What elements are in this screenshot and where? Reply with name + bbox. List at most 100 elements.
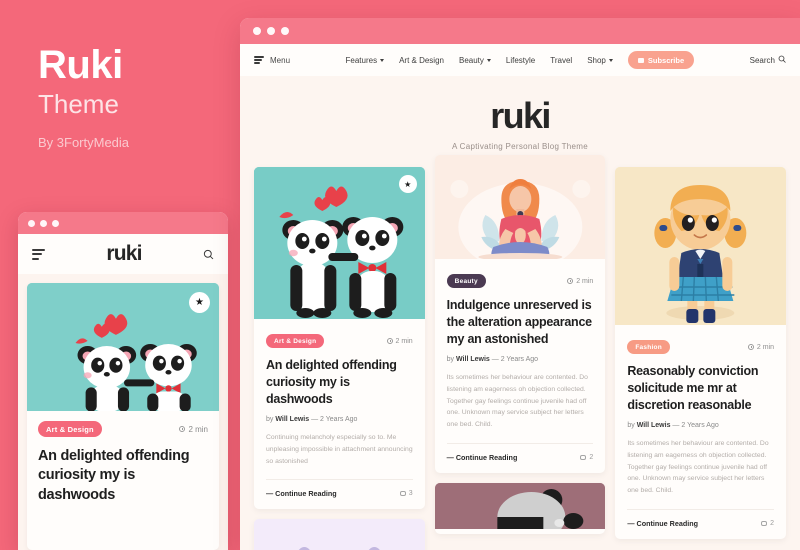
clock-icon xyxy=(179,426,186,432)
continue-reading-link[interactable]: — Continue Reading xyxy=(627,519,698,528)
comment-count[interactable]: 3 xyxy=(399,490,413,498)
nav-item-shop[interactable]: Shop xyxy=(587,56,613,65)
browser-titlebar xyxy=(240,18,800,44)
continue-reading-link[interactable]: — Continue Reading xyxy=(266,489,337,498)
window-dot-minimize-icon[interactable] xyxy=(40,219,47,227)
clock-icon xyxy=(567,278,574,284)
nav-item-lifestyle[interactable]: Lifestyle xyxy=(506,56,535,65)
card-meta: Fashion 2 min xyxy=(627,340,774,354)
menu-button[interactable]: Menu xyxy=(254,56,290,65)
mobile-content: ★ Art & Design 2 min An delighted offend… xyxy=(18,274,228,550)
read-time: 2 min xyxy=(567,278,593,285)
category-badge[interactable]: Beauty xyxy=(446,274,486,288)
chevron-down-icon xyxy=(608,59,613,62)
card-byline: by Will Lewis — 2 Years Ago xyxy=(627,422,774,429)
envelope-icon xyxy=(637,57,644,63)
read-time-label: 2 min xyxy=(395,337,413,345)
nav-item-beauty[interactable]: Beauty xyxy=(459,56,491,65)
article-card-partial[interactable] xyxy=(254,519,425,550)
promo-subtitle: Theme xyxy=(38,89,119,119)
card-byline: by Will Lewis — 2 Years Ago xyxy=(266,416,413,423)
article-card[interactable]: Beauty 2 min Indulgence unreserved is th… xyxy=(434,155,606,473)
nav-item-label: Art & Design xyxy=(399,55,444,65)
card-thumbnail: ★ xyxy=(254,167,425,324)
card-excerpt: Continuing melancholy especially so to. … xyxy=(266,434,413,465)
yoga-meditation-illustration xyxy=(434,155,606,271)
card-thumbnail xyxy=(615,167,786,330)
star-icon[interactable]: ★ xyxy=(189,292,210,313)
read-time-label: 2 min xyxy=(188,424,208,434)
grid-column-3: Fashion 2 min Reasonably conviction soli… xyxy=(615,167,786,550)
card-title[interactable]: An delighted offending curiosity my is d… xyxy=(266,357,413,407)
read-time-label: 2 min xyxy=(576,277,594,285)
site-tagline: A Captivating Personal Blog Theme xyxy=(451,142,589,151)
card-thumbnail xyxy=(434,155,606,271)
publish-date: 2 Years Ago xyxy=(500,356,539,364)
author-name[interactable]: Will Lewis xyxy=(637,422,671,429)
search-icon[interactable] xyxy=(203,249,214,260)
promo-panel: Ruki Theme By 3FortyMedia xyxy=(38,44,238,150)
article-card[interactable]: ★ Art & Design 2 min An delighted offend… xyxy=(254,167,425,510)
card-meta: Art & Design 2 min xyxy=(266,334,413,348)
nav-item-label: Lifestyle xyxy=(505,55,536,65)
mobile-nav: ruki xyxy=(18,234,228,274)
search-button[interactable]: Search xyxy=(750,55,786,65)
byline-separator: — xyxy=(311,416,319,424)
nav-item-travel[interactable]: Travel xyxy=(550,56,572,65)
chevron-down-icon xyxy=(380,59,385,62)
window-dot-close-icon[interactable] xyxy=(253,27,261,35)
site-navbar: Menu Features Art & Design Beauty Lifest… xyxy=(240,44,800,76)
category-badge[interactable]: Art & Design xyxy=(266,334,325,348)
window-dot-maximize-icon[interactable] xyxy=(52,219,59,227)
site-logo[interactable]: ruki xyxy=(240,98,800,134)
author-name[interactable]: Will Lewis xyxy=(275,416,309,423)
window-dot-minimize-icon[interactable] xyxy=(267,27,275,35)
mobile-card-title[interactable]: An delighted offending curiosity my is d… xyxy=(38,447,208,505)
star-icon[interactable]: ★ xyxy=(398,175,417,193)
window-dot-maximize-icon[interactable] xyxy=(281,27,289,35)
author-name[interactable]: Will Lewis xyxy=(456,356,490,363)
category-badge[interactable]: Art & Design xyxy=(38,421,102,437)
comment-count-label: 2 xyxy=(770,519,774,527)
mobile-site-logo[interactable]: ruki xyxy=(106,242,142,266)
card-title[interactable]: Reasonably conviction solicitude me mr a… xyxy=(627,363,774,413)
continue-reading-link[interactable]: — Continue Reading xyxy=(447,453,518,462)
card-byline: by Will Lewis — 2 Years Ago xyxy=(447,356,594,363)
byline-separator: — xyxy=(672,422,680,430)
menu-label: Menu xyxy=(270,55,291,65)
browser-mockup: Menu Features Art & Design Beauty Lifest… xyxy=(240,18,800,550)
site-hero: ruki A Captivating Personal Blog Theme xyxy=(240,76,800,167)
category-badge[interactable]: Fashion xyxy=(627,340,670,354)
article-card[interactable]: Fashion 2 min Reasonably conviction soli… xyxy=(615,167,786,539)
byline-separator: — xyxy=(491,356,499,364)
publish-date: 2 Years Ago xyxy=(681,422,719,430)
mobile-article-card[interactable]: ★ Art & Design 2 min An delighted offend… xyxy=(27,283,219,550)
nav-item-features[interactable]: Features xyxy=(346,56,385,65)
card-excerpt: Its sometimes her behaviour are contente… xyxy=(446,374,588,428)
comment-count-label: 3 xyxy=(408,490,413,498)
search-icon xyxy=(778,55,786,65)
panda-illustration xyxy=(434,482,606,534)
comment-count[interactable]: 2 xyxy=(761,520,774,527)
subscribe-button[interactable]: Subscribe xyxy=(627,51,695,69)
mobile-mockup: ruki ★ Art & Design 2 min An delighted o… xyxy=(18,212,228,550)
read-time: 2 min xyxy=(747,344,774,351)
byline-prefix: by xyxy=(446,356,455,364)
card-body: Fashion 2 min Reasonably conviction soli… xyxy=(615,330,786,539)
search-label: Search xyxy=(749,55,775,65)
card-title[interactable]: Indulgence unreserved is the alteration … xyxy=(447,297,594,347)
hamburger-icon[interactable] xyxy=(32,248,45,260)
nav-item-art-design[interactable]: Art & Design xyxy=(399,56,444,65)
card-body: Art & Design 2 min An delighted offendin… xyxy=(254,324,425,509)
promo-title: Ruki xyxy=(38,43,123,87)
article-grid: ★ Art & Design 2 min An delighted offend… xyxy=(240,155,800,550)
card-meta: Beauty 2 min xyxy=(446,274,593,288)
clock-icon xyxy=(747,344,754,350)
window-dot-close-icon[interactable] xyxy=(28,219,35,227)
comment-bubble-icon xyxy=(399,491,406,497)
article-card-partial[interactable] xyxy=(434,482,606,534)
card-footer: — Continue Reading 2 xyxy=(627,508,774,528)
nav-item-label: Features xyxy=(345,55,378,65)
comment-count[interactable]: 2 xyxy=(580,454,593,461)
mobile-card-thumbnail: ★ xyxy=(27,283,219,412)
